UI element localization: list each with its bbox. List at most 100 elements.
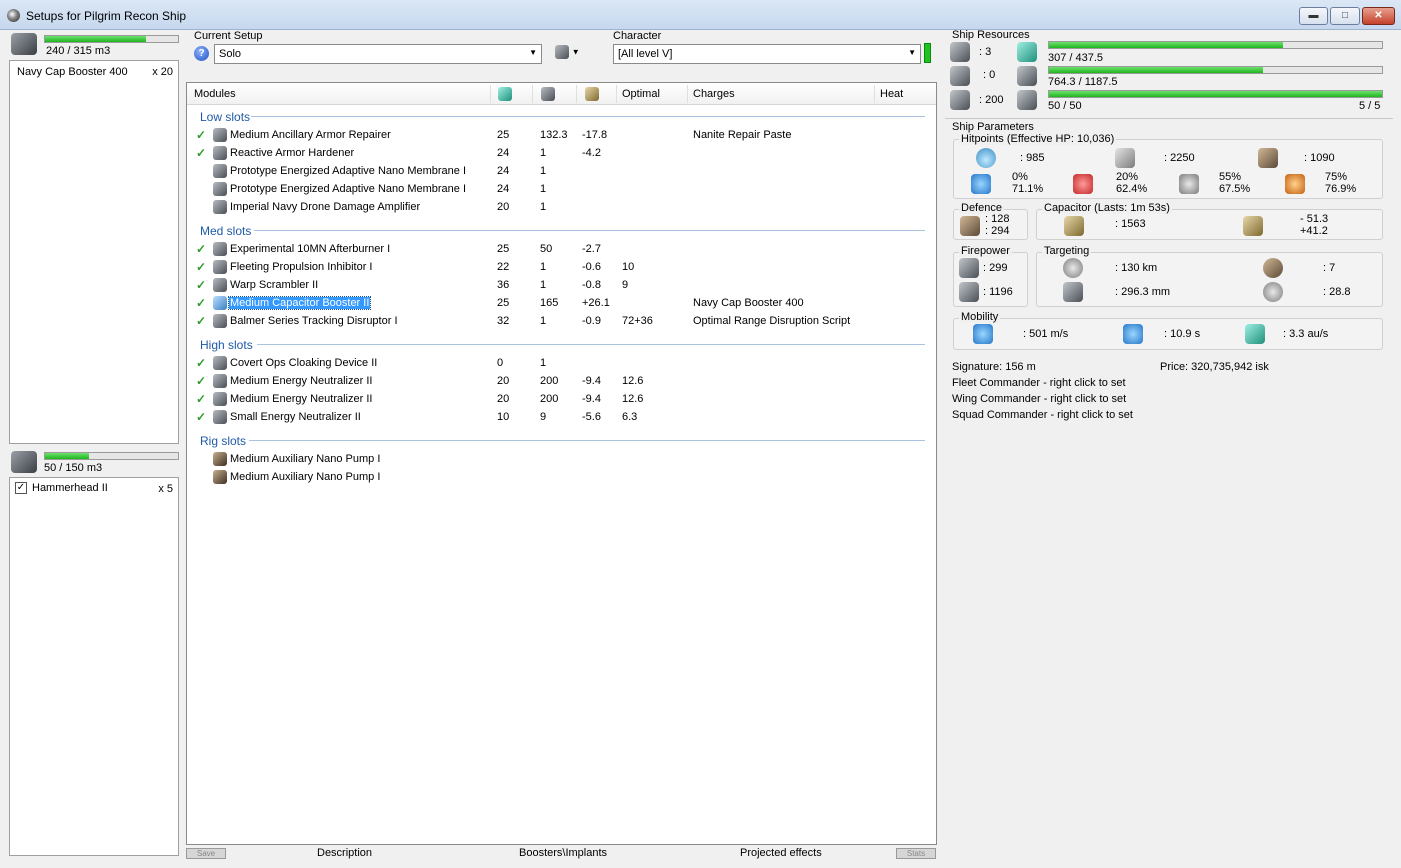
online-check-icon[interactable]: ✓ [196,128,206,142]
armor-hardener-icon [213,146,227,160]
window-title: Setups for Pilgrim Recon Ship [26,9,187,23]
ship-resources-title: Ship Resources [952,29,1030,41]
module-pg: 1 [540,201,547,213]
module-cpu: 32 [497,315,510,327]
module-row[interactable]: ✓ Balmer Series Tracking Disruptor I 32 … [187,313,936,331]
maximize-button[interactable]: □ [1330,7,1360,25]
capacitor-title: Capacitor (Lasts: 1m 53s) [1042,202,1172,214]
module-row[interactable]: Medium Auxiliary Nano Pump I [187,469,936,487]
current-setup-label: Current Setup [194,30,263,42]
module-row[interactable]: ✓ Warp Scrambler II 36 1 -0.8 9 [187,277,936,295]
volley-icon [959,282,979,302]
close-button[interactable]: ✕ [1362,7,1395,25]
cargo-capacity-text: 240 / 315 m3 [46,45,111,57]
module-cpu: 20 [497,201,510,213]
firepower-title: Firepower [959,245,1012,257]
scan-resolution: : 296.3 mm [1115,286,1171,298]
list-item[interactable]: ✓ Hammerhead II x 5 [15,482,173,495]
capacitor-icon [1064,216,1084,236]
module-row[interactable]: ✓ Fleeting Propulsion Inhibitor I 22 1 -… [187,259,936,277]
module-charges: Navy Cap Booster 400 [693,297,804,309]
setup-select[interactable]: Solo ▼ [214,44,542,64]
online-check-icon[interactable]: ✓ [196,314,206,328]
squad-commander[interactable]: Squad Commander - right click to set [952,409,1133,421]
defence-bottom: : 294 [985,225,1010,237]
online-check-icon[interactable]: ✓ [196,296,206,310]
module-pg: 50 [540,243,553,255]
module-name: Medium Auxiliary Nano Pump I [230,471,381,483]
module-row[interactable]: ✓ Medium Energy Neutralizer II 20 200 -9… [187,373,936,391]
online-check-icon[interactable]: ✓ [196,410,206,424]
fitting-menu-button[interactable]: ▼ [555,45,589,63]
module-row[interactable]: Imperial Navy Drone Damage Amplifier 20 … [187,199,936,217]
module-optimal: 12.6 [622,393,644,405]
module-cpu: 36 [497,279,510,291]
module-row[interactable]: ✓ Medium Capacitor Booster II 25 165 +26… [187,295,936,313]
module-row[interactable]: ✓ Medium Ancillary Armor Repairer 25 132… [187,127,936,145]
powergrid-text: 764.3 / 1187.5 [1048,76,1118,88]
tab-description[interactable]: Description [317,847,372,859]
cargo-list[interactable]: Navy Cap Booster 400 x 20 [9,60,179,444]
module-name: Medium Energy Neutralizer II [230,393,373,405]
module-row[interactable]: Prototype Energized Adaptive Nano Membra… [187,181,936,199]
module-row[interactable]: ✓ Medium Energy Neutralizer II 20 200 -9… [187,391,936,409]
online-check-icon[interactable]: ✓ [196,260,206,274]
cpu-column-icon[interactable] [498,87,512,101]
cargo-item-qty: x 20 [152,66,173,78]
online-check-icon[interactable]: ✓ [196,356,206,370]
save-button[interactable]: Save [186,848,226,859]
module-name: Reactive Armor Hardener [230,147,355,159]
help-icon[interactable]: ? [194,46,209,61]
drone-active-checkbox[interactable]: ✓ [15,482,27,495]
module-row[interactable]: Prototype Energized Adaptive Nano Membra… [187,163,936,181]
column-charges[interactable]: Charges [693,88,735,100]
rig-icon [213,452,227,466]
tab-boosters-implants[interactable]: Boosters\Implants [519,847,607,859]
structure-icon [1258,148,1278,168]
ship-resources: Ship Resources : 3 : 0 : 200 307 / 437.5… [945,28,1393,114]
online-check-icon[interactable]: ✓ [196,392,206,406]
module-pg: 200 [540,393,559,405]
module-cpu: 10 [497,411,510,423]
kinetic-resist-bottom: 67.5% [1219,183,1251,195]
module-row[interactable]: ✓ Experimental 10MN Afterburner I 25 50 … [187,241,936,259]
online-check-icon[interactable]: ✓ [196,278,206,292]
module-cpu: 24 [497,165,510,177]
module-row[interactable]: ✓ Reactive Armor Hardener 24 1 -4.2 [187,145,936,163]
online-check-icon[interactable]: ✓ [196,242,206,256]
modules-list[interactable]: Modules Optimal Charges Heat Low slots ✓… [186,82,937,845]
module-row[interactable]: ✓ Small Energy Neutralizer II 10 9 -5.6 … [187,409,936,427]
module-name: Warp Scrambler II [230,279,319,291]
module-cap: -17.8 [582,129,608,141]
wing-commander[interactable]: Wing Commander - right click to set [952,393,1126,405]
module-optimal: 6.3 [622,411,638,423]
online-check-icon[interactable]: ✓ [196,374,206,388]
powergrid-column-icon[interactable] [541,87,555,101]
module-row[interactable]: ✓ Covert Ops Cloaking Device II 0 1 [187,355,936,373]
module-name: Balmer Series Tracking Disruptor I [230,315,398,327]
column-optimal[interactable]: Optimal [622,88,660,100]
column-heat[interactable]: Heat [880,88,903,100]
module-cap: +26.1 [582,297,610,309]
drone-list[interactable]: ✓ Hammerhead II x 5 [9,477,179,856]
capacitor-column-icon[interactable] [585,87,599,101]
mobility-title: Mobility [959,311,1001,323]
list-item[interactable]: Navy Cap Booster 400 x 20 [17,66,173,78]
module-name: Covert Ops Cloaking Device II [230,357,378,369]
module-pg: 9 [540,411,547,423]
column-modules[interactable]: Modules [194,88,236,100]
module-cap: -9.4 [582,393,601,405]
module-name: Medium Auxiliary Nano Pump I [230,453,381,465]
tab-projected-effects[interactable]: Projected effects [740,847,822,859]
module-optimal: 12.6 [622,375,644,387]
module-row[interactable]: Medium Auxiliary Nano Pump I [187,451,936,469]
capacitor-amount: : 1563 [1115,218,1146,230]
drone-item-qty: x 5 [158,483,173,495]
stats-button[interactable]: Stats [896,848,936,859]
fleet-commander[interactable]: Fleet Commander - right click to set [952,377,1126,389]
online-check-icon[interactable]: ✓ [196,146,206,160]
character-select[interactable]: [All level V] ▼ [613,44,921,64]
cargo-capacity-bar [44,35,179,43]
module-pg: 1 [540,279,547,291]
minimize-button[interactable]: ▬ [1299,7,1328,25]
